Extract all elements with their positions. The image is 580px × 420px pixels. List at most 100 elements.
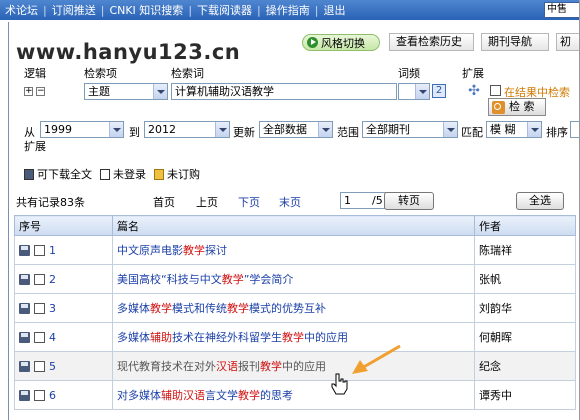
row-checkbox[interactable]: [34, 389, 45, 401]
row-checkbox[interactable]: [34, 244, 45, 256]
row-author-cell: 陈瑞祥: [474, 235, 576, 265]
column-header-title[interactable]: 篇名: [112, 215, 475, 236]
legend-not-subscribed-label: 未订购: [167, 168, 200, 181]
nav-guide[interactable]: 操作指南: [261, 2, 315, 18]
row-checkbox[interactable]: [34, 331, 45, 343]
update-select[interactable]: 全部数据: [259, 121, 333, 138]
row-index-cell: 3: [14, 293, 113, 323]
record-count: 共有记录83条: [16, 196, 85, 209]
article-title-link[interactable]: 多媒体辅助技术在神经外科留学生教学中的应用: [117, 331, 348, 344]
highlight-keyword: 教学: [238, 389, 260, 402]
column-header-index[interactable]: 序号: [14, 215, 113, 236]
highlight-keyword: 教学: [221, 273, 244, 286]
match-select[interactable]: 模 糊: [486, 121, 542, 138]
to-year-select[interactable]: 2012: [144, 121, 230, 138]
from-year-select[interactable]: 1999: [40, 121, 124, 138]
match-value: 模 糊: [490, 123, 516, 136]
row-index-cell: 5: [14, 351, 113, 381]
nav-logout[interactable]: 退出: [318, 2, 350, 18]
frequency-icon[interactable]: 2: [432, 84, 446, 98]
chevron-down-icon: [415, 84, 429, 99]
highlight-keyword: 汉语: [216, 360, 238, 373]
pager: 共有记录83条 首页 上页 下页 末页 1 /5 转页 全选: [16, 192, 576, 210]
chevron-down-icon: [109, 122, 123, 137]
in-results-checkbox[interactable]: [490, 85, 501, 96]
row-checkbox[interactable]: [34, 273, 45, 285]
table-row[interactable]: 6 对多媒体辅助汉语言文学教学的思考 谭秀中: [14, 380, 576, 410]
to-label: 到: [129, 126, 140, 139]
next-page-link[interactable]: 下页: [238, 194, 260, 210]
expand-label-2: 扩展: [24, 140, 46, 153]
highlight-keyword: 教学: [260, 360, 282, 373]
row-number: 6: [49, 388, 56, 402]
frequency-select[interactable]: [398, 83, 430, 100]
watermark-text: www.hanyu123.cn: [16, 40, 241, 64]
search-term-input[interactable]: 计算机辅助汉语教学: [171, 83, 397, 100]
page-total: /5: [372, 194, 383, 207]
field-select-value: 主题: [88, 85, 110, 98]
last-page-link[interactable]: 末页: [279, 194, 301, 210]
scope-select[interactable]: 全部期刊: [362, 121, 458, 138]
add-row-icon[interactable]: +: [24, 87, 33, 96]
update-label: 更新: [233, 126, 255, 139]
disk-icon[interactable]: [19, 244, 30, 256]
chevron-down-icon: [527, 122, 541, 137]
nav-knowledge-search[interactable]: CNKI 知识搜索: [104, 2, 188, 18]
style-switch-button[interactable]: 风格切换: [302, 34, 380, 51]
title-text: 技术在神经外科留学生: [172, 331, 282, 344]
article-title-link[interactable]: 对多媒体辅助汉语言文学教学的思考: [117, 389, 293, 402]
table-row[interactable]: 1 中文原声电影教学探讨 陈瑞祥: [14, 235, 576, 265]
go-page-button[interactable]: 转页: [384, 192, 434, 210]
table-row[interactable]: 5 现代教育技术在对外汉语报刊教学中的应用 纪念: [14, 351, 576, 381]
disk-icon[interactable]: [19, 302, 30, 314]
row-author-cell: 谭秀中: [474, 380, 576, 410]
legend: 可下载全文 未登录 未订购: [24, 166, 208, 182]
prev-page-link[interactable]: 上页: [196, 194, 218, 210]
legend-not-logged-in-label: 未登录: [113, 168, 146, 181]
field-select[interactable]: 主题: [84, 83, 168, 100]
search-history-button[interactable]: 查看检索历史: [389, 33, 474, 51]
scope-label: 范围: [337, 126, 359, 139]
to-year-value: 2012: [148, 123, 176, 136]
select-all-button[interactable]: 全选: [516, 192, 564, 210]
expand-icon[interactable]: ✣: [467, 84, 481, 98]
highlight-keyword: 教学: [227, 302, 249, 315]
language-select[interactable]: 中售: [544, 2, 579, 18]
disk-icon[interactable]: [19, 389, 30, 401]
table-row[interactable]: 2 美国高校“科技与中文教学”学会简介 张帆: [14, 264, 576, 294]
highlight-keyword: 辅助汉语: [161, 389, 205, 402]
table-row[interactable]: 3 多媒体教学模式和传统教学模式的优势互补 刘韵华: [14, 293, 576, 323]
play-icon: [307, 37, 318, 48]
nav-forum[interactable]: 术论坛: [0, 2, 43, 18]
article-title-link[interactable]: 多媒体教学模式和传统教学模式的优势互补: [117, 302, 326, 315]
row-number: 3: [49, 301, 56, 315]
first-page-link[interactable]: 首页: [153, 194, 175, 210]
highlight-keyword: 教学: [282, 331, 304, 344]
highlight-keyword: 教学: [183, 244, 205, 257]
style-switch-label: 风格切换: [321, 36, 365, 50]
row-number: 2: [49, 272, 56, 286]
disk-icon[interactable]: [19, 360, 30, 372]
row-checkbox[interactable]: [34, 302, 45, 314]
disk-icon[interactable]: [19, 273, 30, 285]
table-row[interactable]: 4 多媒体辅助技术在神经外科留学生教学中的应用 何朝晖: [14, 322, 576, 352]
column-header-author[interactable]: 作者: [474, 215, 576, 236]
nav-subscribe[interactable]: 订阅推送: [47, 2, 101, 18]
search-button[interactable]: 检 索: [488, 98, 546, 116]
article-title-link[interactable]: 美国高校“科技与中文教学”学会简介: [117, 273, 293, 286]
article-title-link[interactable]: 现代教育技术在对外汉语报刊教学中的应用: [117, 360, 326, 373]
title-text: ”学会简介: [243, 273, 294, 286]
title-text: 美国高校“科技与中文: [117, 273, 222, 286]
nav-reader-download[interactable]: 下载阅读器: [192, 2, 257, 18]
chevron-down-icon: [318, 122, 332, 137]
remove-row-icon[interactable]: −: [36, 87, 45, 96]
sort-select[interactable]: [570, 121, 579, 138]
title-text: 报刊: [238, 360, 260, 373]
initial-button[interactable]: 初: [556, 33, 579, 51]
row-checkbox[interactable]: [34, 360, 45, 372]
results-table: 序号 篇名 作者 1 中文原声电影教学探讨 陈瑞祥 2 美国高校“科技与中文教学”学会简…: [14, 215, 576, 410]
journal-nav-button[interactable]: 期刊导航: [481, 33, 549, 51]
article-title-link[interactable]: 中文原声电影教学探讨: [117, 244, 227, 257]
row-author-cell: 纪念: [474, 351, 576, 381]
disk-icon[interactable]: [19, 331, 30, 343]
